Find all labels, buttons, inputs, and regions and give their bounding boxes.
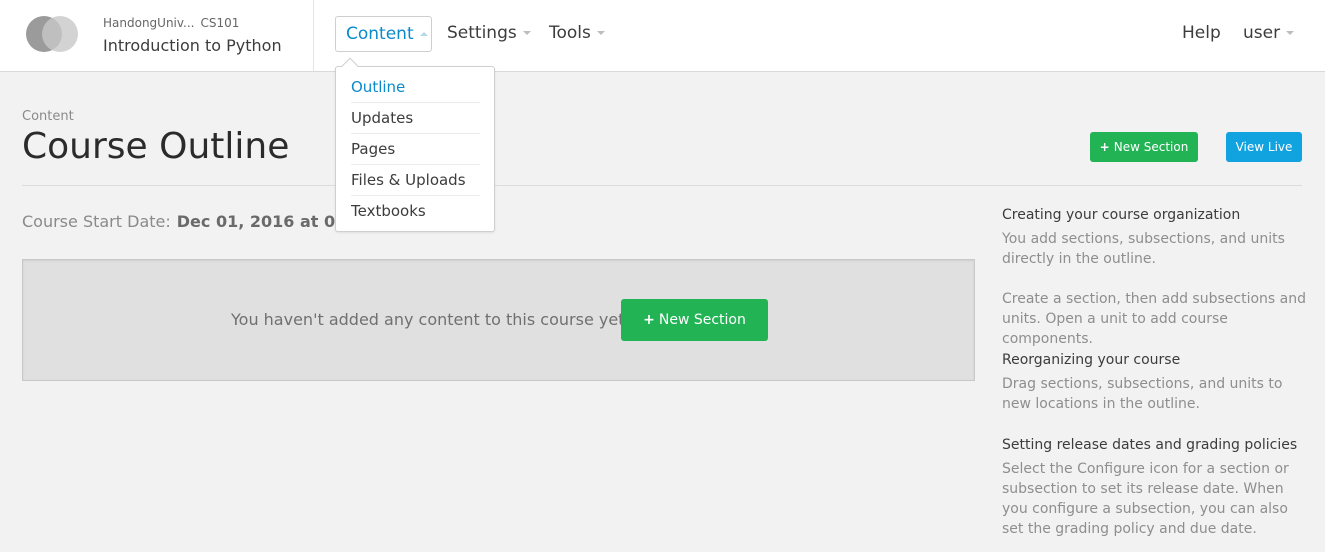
logo-icon[interactable] bbox=[26, 16, 80, 52]
course-org: HandongUniv... bbox=[103, 16, 195, 30]
plus-icon: + bbox=[643, 312, 655, 328]
nav-content-menu[interactable]: Content bbox=[335, 16, 432, 52]
course-number: CS101 bbox=[200, 16, 240, 30]
help-text: Select the Configure icon for a section … bbox=[1002, 461, 1289, 537]
nav-user-label: user bbox=[1243, 23, 1281, 43]
page-title: Course Outline bbox=[22, 126, 290, 167]
empty-new-section-label: New Section bbox=[658, 312, 746, 328]
nav-settings-label: Settings bbox=[447, 23, 517, 43]
caret-up-icon bbox=[419, 32, 428, 36]
menu-item-files-uploads[interactable]: Files & Uploads bbox=[351, 165, 480, 196]
nav-tools-label: Tools bbox=[549, 23, 591, 43]
menu-item-outline[interactable]: Outline bbox=[351, 72, 480, 103]
menu-item-textbooks[interactable]: Textbooks bbox=[351, 196, 480, 227]
content-dropdown-menu: Outline Updates Pages Files & Uploads Te… bbox=[335, 57, 495, 232]
header-divider bbox=[313, 0, 314, 72]
caret-down-icon bbox=[522, 31, 531, 35]
course-org-info: HandongUniv... CS101 bbox=[103, 16, 239, 30]
new-section-button[interactable]: + New Section bbox=[1090, 132, 1198, 162]
empty-message: You haven't added any content to this co… bbox=[231, 310, 630, 329]
help-heading: Reorganizing your course bbox=[1002, 352, 1181, 368]
help-heading: Setting release dates and grading polici… bbox=[1002, 437, 1298, 453]
empty-outline-box: You haven't added any content to this co… bbox=[22, 259, 975, 381]
course-title[interactable]: Introduction to Python bbox=[103, 36, 282, 55]
caret-down-icon bbox=[596, 31, 605, 35]
help-text: Create a section, then add subsections a… bbox=[1002, 291, 1306, 347]
top-header: HandongUniv... CS101 Introduction to Pyth… bbox=[0, 0, 1325, 72]
title-divider bbox=[22, 185, 1302, 186]
new-section-label: New Section bbox=[1113, 140, 1189, 154]
caret-down-icon bbox=[1286, 31, 1295, 35]
help-section-reorganizing: Reorganizing your course Drag sections, … bbox=[1002, 352, 1312, 414]
nav-help-link[interactable]: Help bbox=[1182, 16, 1221, 52]
nav-user-menu[interactable]: user bbox=[1243, 16, 1295, 52]
menu-item-pages[interactable]: Pages bbox=[351, 134, 480, 165]
help-heading: Creating your course organization bbox=[1002, 207, 1241, 223]
menu-item-updates[interactable]: Updates bbox=[351, 103, 480, 134]
start-date-label: Course Start Date: bbox=[22, 212, 171, 231]
empty-new-section-button[interactable]: + New Section bbox=[621, 299, 768, 341]
help-text: You add sections, subsections, and units… bbox=[1002, 231, 1285, 267]
help-text: Drag sections, subsections, and units to… bbox=[1002, 376, 1283, 412]
nav-content-label: Content bbox=[346, 24, 414, 44]
plus-icon: + bbox=[1099, 140, 1110, 154]
view-live-button[interactable]: View Live bbox=[1226, 132, 1302, 162]
help-section-release-dates: Setting release dates and grading polici… bbox=[1002, 437, 1312, 539]
nav-tools-menu[interactable]: Tools bbox=[549, 16, 605, 52]
breadcrumb: Content bbox=[22, 109, 74, 124]
help-section-organization: Creating your course organization You ad… bbox=[1002, 207, 1312, 349]
nav-settings-menu[interactable]: Settings bbox=[447, 16, 531, 52]
